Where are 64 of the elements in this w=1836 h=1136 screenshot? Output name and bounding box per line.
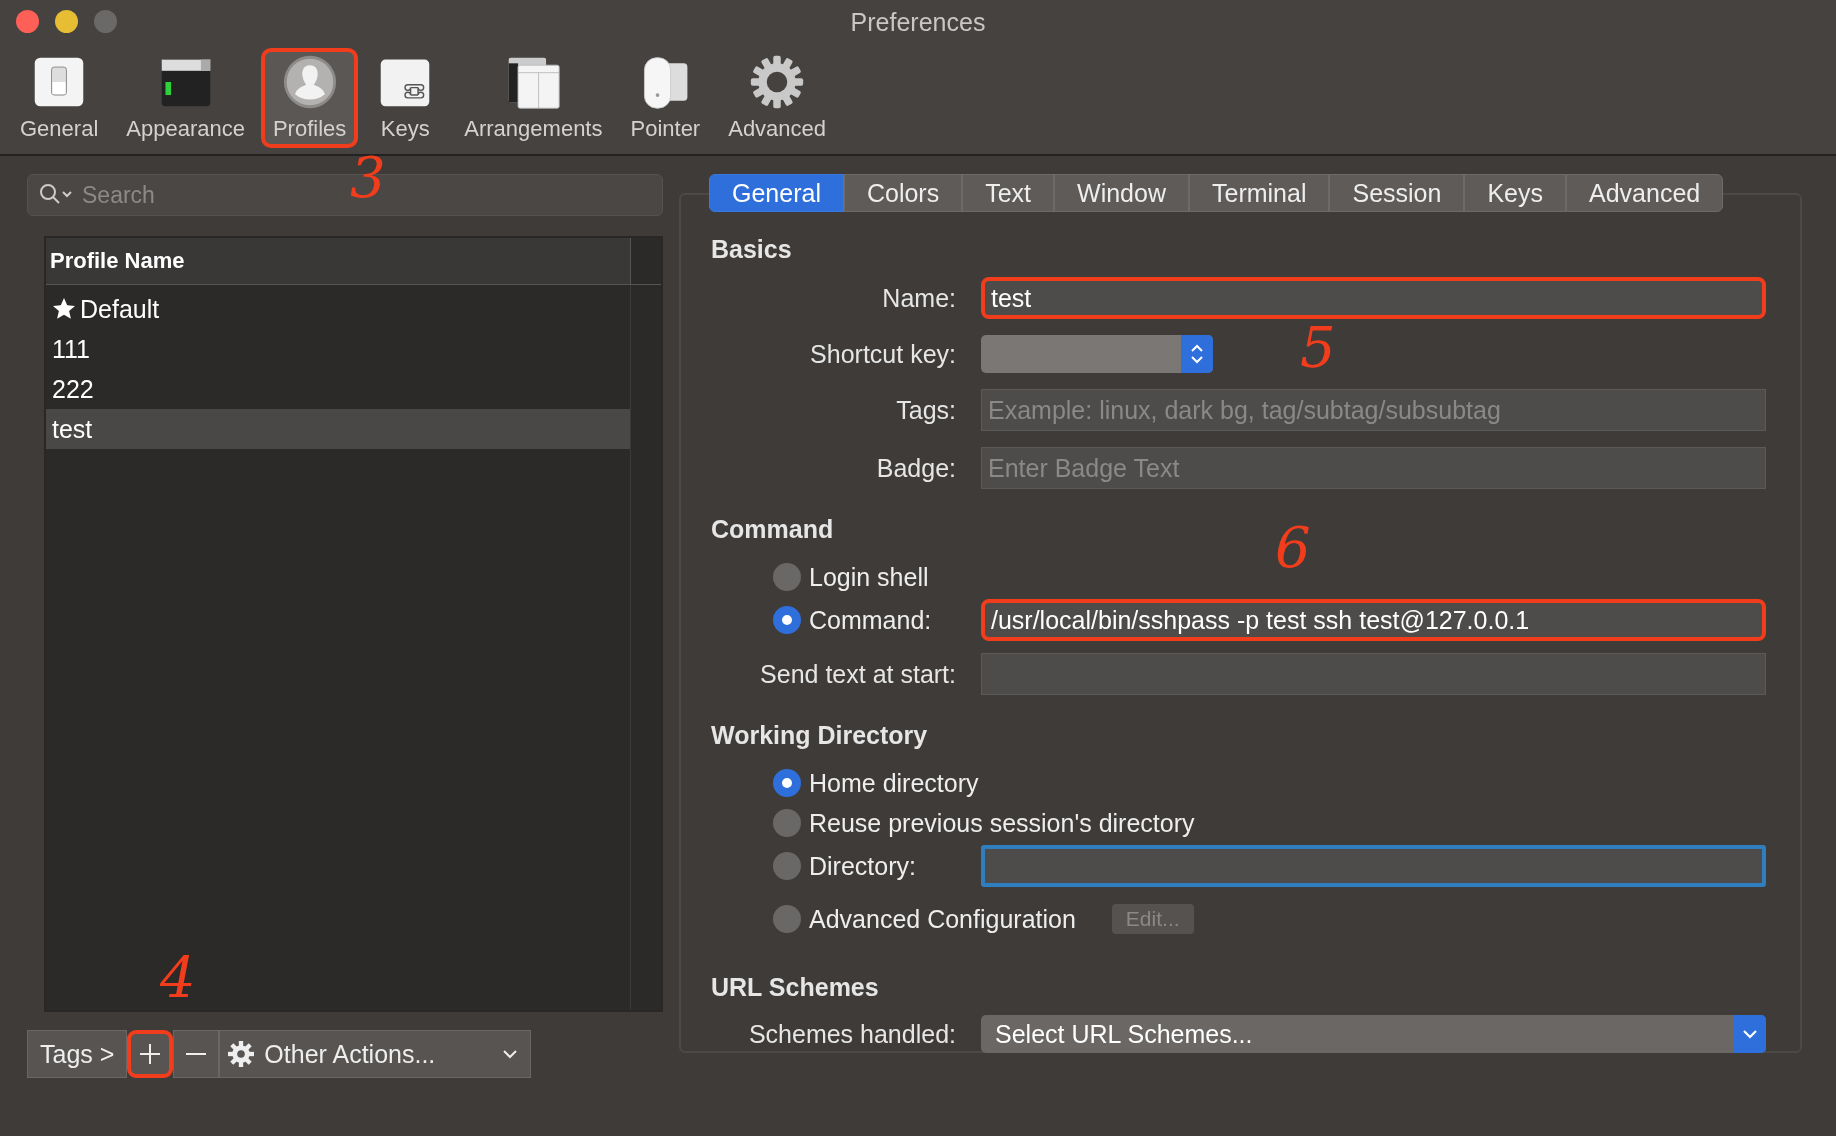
section-heading: Working Directory	[711, 721, 929, 751]
option-label: Login shell	[809, 562, 929, 592]
url-schemes-dropdown[interactable]: Select URL Schemes...	[981, 1015, 1766, 1053]
option-label: Directory:	[809, 851, 916, 881]
close-button[interactable]	[16, 10, 39, 33]
profile-row[interactable]: 222	[46, 369, 630, 409]
tab[interactable]: Advanced	[1566, 174, 1724, 212]
radio-button[interactable]	[773, 809, 801, 837]
handwritten-number: 5	[1300, 320, 1336, 376]
radio-button[interactable]	[773, 852, 801, 880]
other-actions-button[interactable]: Other Actions...	[219, 1030, 532, 1078]
tab[interactable]: Text	[962, 174, 1055, 212]
handwritten-number: 6	[1275, 520, 1311, 576]
tab[interactable]: General	[709, 174, 844, 212]
toolbar-item[interactable]: Profiles	[260, 48, 359, 148]
field-label: Shortcut key:	[809, 339, 956, 369]
toolbar-item[interactable]: Arrangements	[452, 48, 615, 148]
tab[interactable]: Session	[1329, 174, 1465, 212]
shortcut-key-popup[interactable]	[981, 335, 1213, 373]
option-label: Command:	[809, 605, 932, 635]
section-heading: Command	[711, 515, 835, 545]
tab[interactable]: Keys	[1464, 174, 1566, 212]
command-field[interactable]: /usr/local/bin/sshpass -p test ssh test@127.0.0.1	[981, 599, 1766, 641]
tab[interactable]: Terminal	[1189, 174, 1330, 212]
option-label: Advanced Configuration	[809, 904, 1076, 934]
toolbar-item[interactable]: General	[8, 48, 111, 148]
add-button[interactable]	[127, 1030, 174, 1078]
badge-field[interactable]: Enter Badge Text	[981, 447, 1766, 489]
profile-row[interactable]: test	[46, 409, 630, 449]
name-field[interactable]: test	[981, 277, 1766, 319]
section-heading: Basics	[711, 235, 793, 265]
window-title: Preferences	[850, 7, 986, 37]
radio-button[interactable]	[773, 563, 801, 591]
radio-button[interactable]	[773, 606, 801, 634]
section-heading: URL Schemes	[711, 973, 880, 1003]
chevron-down-icon	[1742, 1029, 1758, 1039]
minimize-button[interactable]	[55, 10, 78, 33]
toolbar-item[interactable]: Keys	[362, 48, 449, 148]
profile-row[interactable]: Default	[46, 289, 630, 329]
field-label: Badge:	[875, 453, 956, 483]
handwritten-number: 4	[160, 950, 196, 1006]
profile-row[interactable]: 111	[46, 329, 630, 369]
field-label: Send text at start:	[759, 659, 956, 689]
directory-field[interactable]	[981, 845, 1766, 887]
toolbar-item[interactable]: Appearance	[114, 48, 257, 148]
tags-button[interactable]: Tags >	[27, 1030, 128, 1078]
gear-icon	[228, 1041, 255, 1067]
tab[interactable]: Colors	[843, 174, 963, 212]
field-label: Tags:	[895, 395, 956, 425]
toolbar-item[interactable]: Advanced	[716, 48, 839, 148]
field-label: Name:	[881, 283, 956, 313]
send-text-field[interactable]	[981, 653, 1766, 695]
field-label: Schemes handled:	[747, 1019, 956, 1049]
plus-icon	[138, 1042, 163, 1066]
radio-button[interactable]	[773, 769, 801, 797]
zoom-button[interactable]	[94, 10, 117, 33]
option-label: Home directory	[809, 768, 979, 798]
tab[interactable]: Window	[1054, 174, 1189, 212]
up-down-arrows-icon	[1190, 343, 1204, 365]
tags-field[interactable]: Example: linux, dark bg, tag/subtag/subsubtag	[981, 389, 1766, 431]
minus-icon	[186, 1053, 207, 1055]
option-label: Reuse previous session's directory	[809, 808, 1195, 838]
toolbar-item[interactable]: Pointer	[618, 48, 713, 148]
chevron-down-icon	[502, 1049, 519, 1059]
